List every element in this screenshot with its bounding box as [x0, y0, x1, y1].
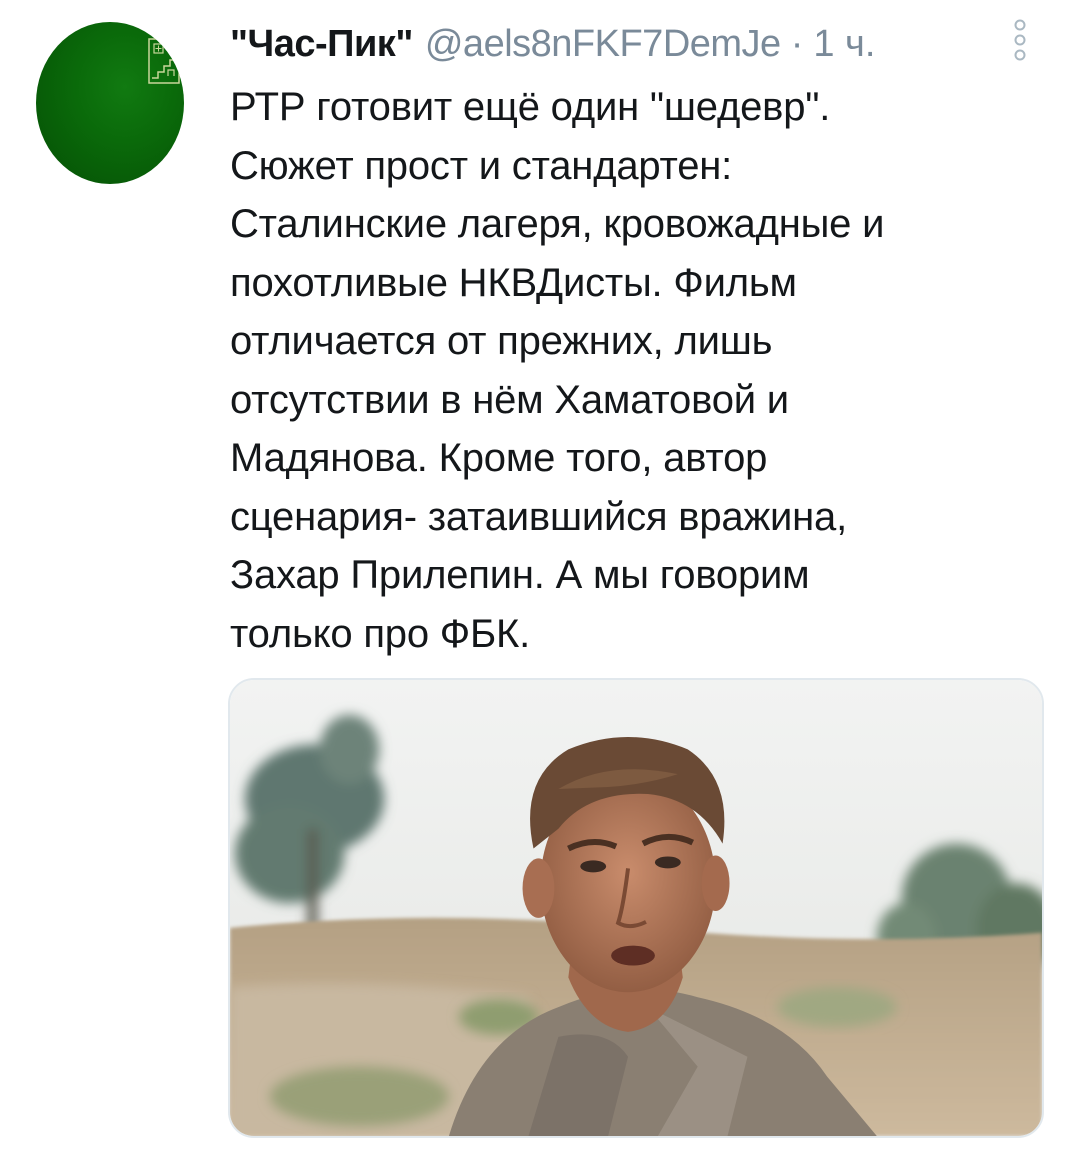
tweet[interactable]: "Час-Пик" @aels8nFKF7DemJe · 1 ч. РТР го… [0, 0, 1080, 1150]
tweet-header: "Час-Пик" @aels8nFKF7DemJe · 1 ч. [230, 16, 875, 72]
tweet-media[interactable] [228, 678, 1044, 1138]
user-handle[interactable]: @aels8nFKF7DemJe [425, 16, 781, 72]
separator-dot: · [790, 23, 804, 65]
avatar[interactable] [36, 22, 184, 184]
more-vertical-icon[interactable] [1008, 16, 1032, 64]
display-name[interactable]: "Час-Пик" [230, 16, 413, 72]
photo-man-field-icon [230, 680, 1042, 1136]
tweet-text: РТР готовит ещё один "шедевр". Сюжет про… [230, 85, 885, 656]
avatar-logo-icon [148, 38, 180, 84]
timestamp[interactable]: 1 ч. [813, 16, 875, 72]
